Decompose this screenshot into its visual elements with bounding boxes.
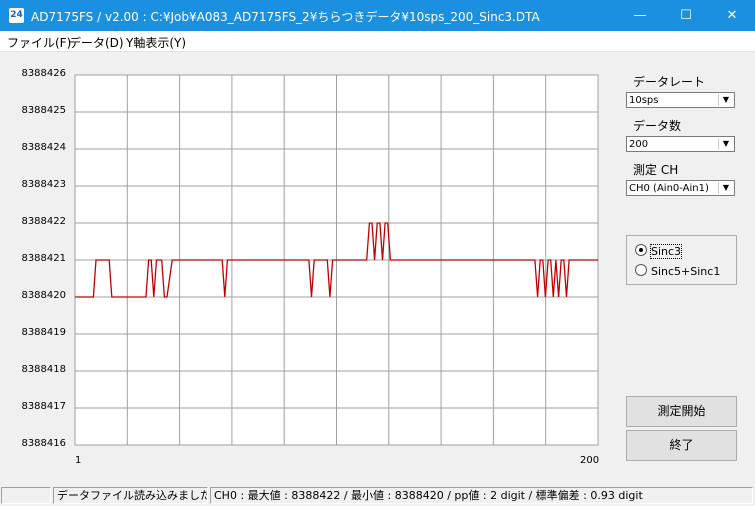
data-rate-select[interactable]: 10sps ▼ — [626, 92, 735, 108]
chevron-down-icon[interactable]: ▼ — [718, 138, 733, 150]
data-count-select[interactable]: 200 ▼ — [626, 136, 735, 152]
maximize-button[interactable]: ☐ — [663, 0, 709, 31]
window-title: AD7175FS / v2.00 : C:¥Job¥A083_AD7175FS_… — [31, 10, 540, 24]
chart-area — [0, 52, 608, 482]
menu-file[interactable]: ファイル(F) — [7, 34, 71, 51]
status-statistics: CH0 : 最大値 : 8388422 / 最小値 : 8388420 / pp… — [210, 487, 753, 504]
y-tick-label: 8388425 — [21, 105, 66, 116]
menu-bar: ファイル(F) データ(D) Y軸表示(Y) — [0, 31, 755, 52]
radio-unselected-icon[interactable] — [635, 264, 647, 276]
measure-ch-label: 測定 CH — [633, 163, 679, 177]
y-tick-label: 8388421 — [21, 253, 66, 264]
filter-option-sinc5-sinc1[interactable]: Sinc5+Sinc1 — [635, 264, 720, 278]
app-icon: 24 — [9, 8, 24, 23]
status-bar: データファイル読み込みました CH0 : 最大値 : 8388422 / 最小値… — [0, 486, 755, 506]
data-count-label: データ数 — [633, 119, 682, 133]
y-tick-label: 8388417 — [21, 401, 66, 412]
y-tick-label: 8388419 — [21, 327, 66, 338]
title-bar: 24 AD7175FS / v2.00 : C:¥Job¥A083_AD7175… — [0, 0, 755, 31]
data-rate-value: 10sps — [629, 95, 659, 106]
y-tick-label: 8388426 — [21, 68, 66, 79]
chevron-down-icon[interactable]: ▼ — [718, 182, 733, 194]
menu-y-axis[interactable]: Y軸表示(Y) — [126, 34, 186, 51]
status-cell-1 — [1, 487, 51, 504]
measure-ch-select[interactable]: CH0 (Ain0-Ain1) ▼ — [626, 180, 735, 196]
menu-data[interactable]: データ(D) — [69, 34, 124, 51]
y-tick-label: 8388416 — [21, 438, 66, 449]
filter-option-sinc3[interactable]: Sinc3 — [635, 244, 683, 259]
y-tick-label: 8388424 — [21, 142, 66, 153]
y-tick-label: 8388420 — [21, 290, 66, 301]
filter-group: Sinc3 Sinc5+Sinc1 — [626, 235, 737, 285]
minimize-button[interactable]: — — [617, 0, 663, 31]
filter-option-label: Sinc5+Sinc1 — [651, 265, 721, 278]
exit-button[interactable]: 終了 — [626, 430, 737, 461]
line-chart — [74, 74, 599, 446]
y-tick-label: 8388423 — [21, 179, 66, 190]
y-tick-label: 8388422 — [21, 216, 66, 227]
data-rate-label: データレート — [633, 75, 706, 89]
y-tick-label: 8388418 — [21, 364, 66, 375]
status-message: データファイル読み込みました — [53, 487, 208, 504]
radio-selected-icon[interactable] — [635, 244, 647, 256]
chevron-down-icon[interactable]: ▼ — [718, 94, 733, 106]
data-count-value: 200 — [629, 139, 649, 150]
filter-option-label: Sinc3 — [649, 244, 683, 259]
x-tick-label-min: 1 — [75, 455, 82, 466]
start-measurement-button[interactable]: 測定開始 — [626, 396, 737, 427]
close-button[interactable]: ✕ — [709, 0, 755, 31]
x-tick-label-max: 200 — [580, 455, 600, 466]
measure-ch-value: CH0 (Ain0-Ain1) — [629, 183, 709, 194]
